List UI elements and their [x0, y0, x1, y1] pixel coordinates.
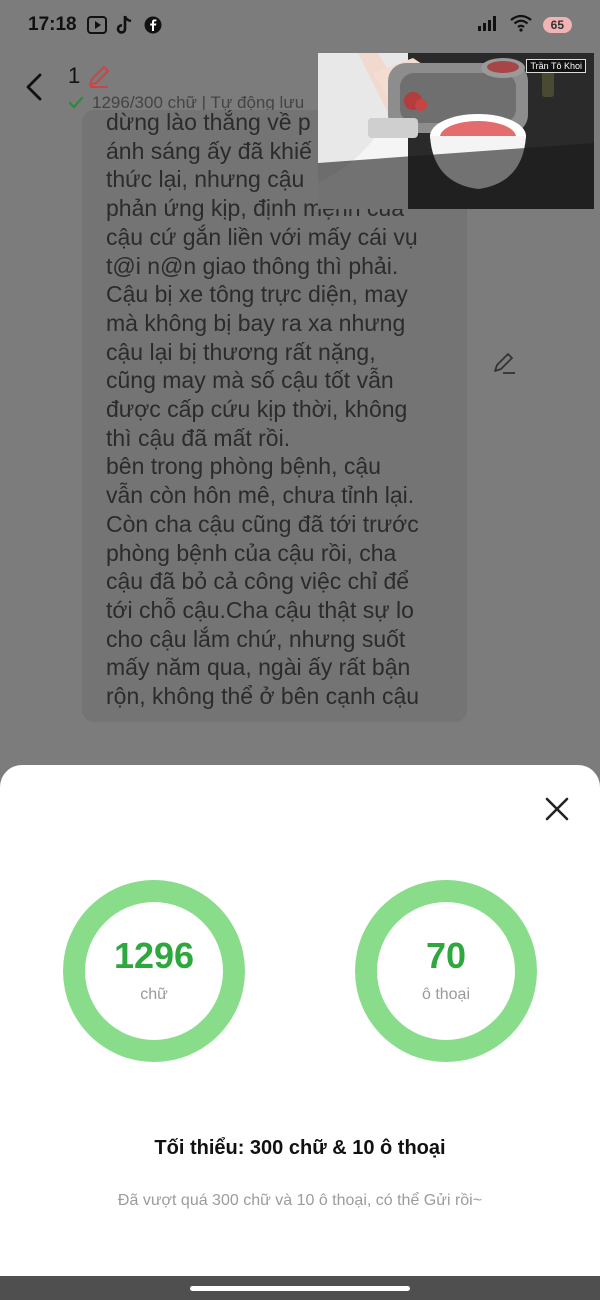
notification-icons: [86, 15, 163, 35]
word-count-ring: 1296 chữ: [63, 880, 245, 1062]
close-icon[interactable]: [540, 792, 574, 826]
requirement-met-message: Đã vượt quá 300 chữ và 10 ô thoại, có th…: [117, 1192, 483, 1209]
edit-title-icon[interactable]: [86, 63, 112, 89]
wifi-icon: [509, 14, 533, 37]
word-count-sheet: 1296 chữ 70 ô thoại Tối thiểu: 300 chữ &…: [0, 765, 600, 1300]
status-time: 17:18: [28, 14, 77, 35]
dialog-count-label: ô thoại: [421, 986, 471, 1003]
signal-icon: [477, 15, 499, 36]
video-app-icon: [86, 15, 107, 35]
dialog-count-ring: 70 ô thoại: [355, 880, 537, 1062]
word-count-center: 1296 chữ: [85, 902, 223, 1040]
word-count-label: chữ: [140, 986, 168, 1003]
battery-indicator: 65: [542, 17, 572, 33]
system-icons: 65: [477, 14, 572, 37]
word-count-value: 1296: [113, 935, 195, 976]
facebook-icon: [143, 15, 163, 35]
status-bar: 17:18 65: [0, 0, 600, 50]
minimum-requirement: Tối thiểu: 300 chữ & 10 ô thoại: [154, 1137, 446, 1159]
check-icon: [68, 95, 84, 111]
video-frame-image: [318, 53, 594, 209]
dialog-count-center: 70 ô thoại: [377, 902, 515, 1040]
home-indicator[interactable]: [190, 1286, 410, 1291]
video-channel-logo: Trần Tô Khoi: [526, 59, 586, 73]
tiktok-icon: [115, 15, 135, 35]
back-icon[interactable]: [20, 67, 50, 107]
chapter-number: 1: [68, 63, 81, 88]
dialog-count-value: 70: [425, 935, 467, 976]
edit-pencil-icon[interactable]: [490, 349, 518, 377]
floating-video[interactable]: Trần Tô Khoi: [318, 53, 594, 209]
